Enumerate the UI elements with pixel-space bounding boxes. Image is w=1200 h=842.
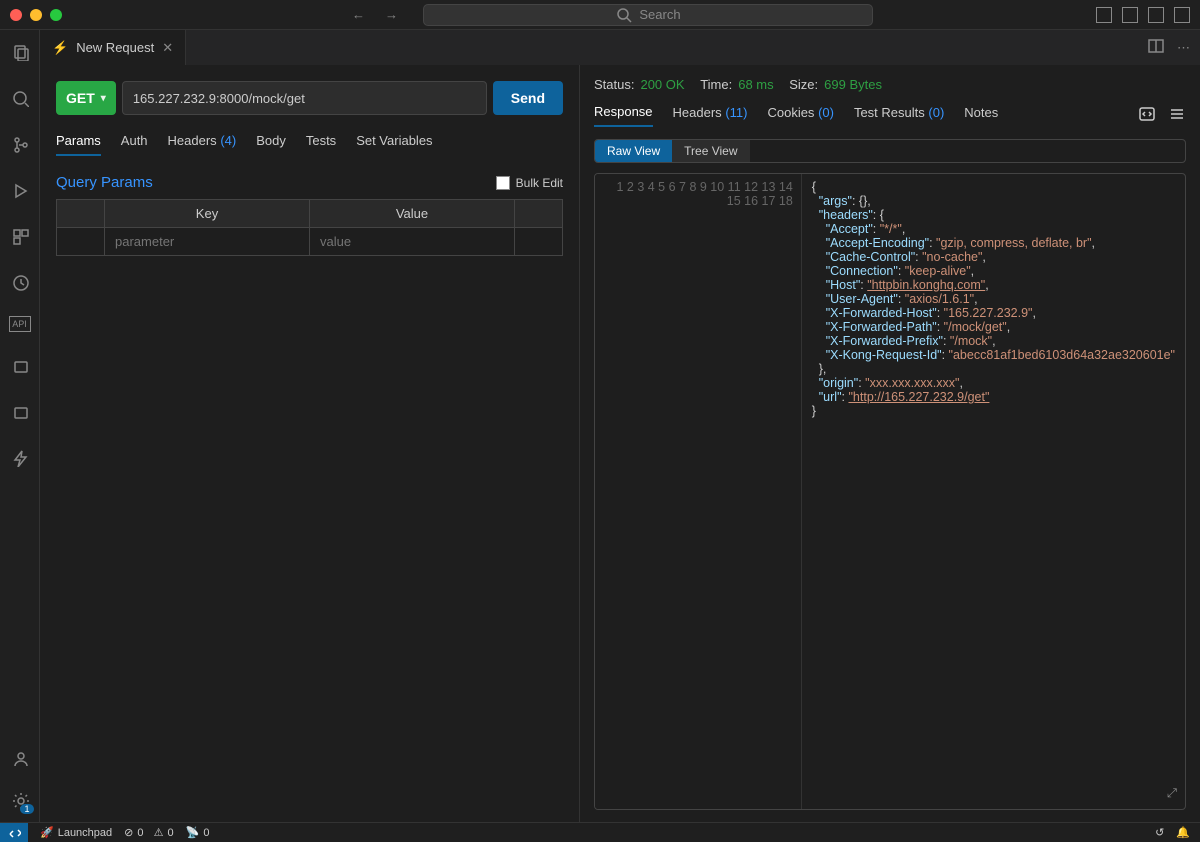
layout-icon-3[interactable] [1148,7,1164,23]
view-toggle: Raw View Tree View [594,139,1186,163]
param-key-input[interactable] [115,234,299,249]
tab-body[interactable]: Body [256,133,286,156]
tab-params[interactable]: Params [56,133,101,156]
menu-icon[interactable] [1168,105,1186,126]
bulk-edit-toggle[interactable]: Bulk Edit [496,176,563,190]
editor-tabs: ⚡ New Request ✕ ⋯ [40,30,1200,65]
request-panel: GET Send Params Auth Headers (4) Body Te… [40,65,580,822]
layout-icon-1[interactable] [1096,7,1112,23]
resp-tab-notes[interactable]: Notes [964,105,998,126]
response-body[interactable]: 1 2 3 4 5 6 7 8 9 10 11 12 13 14 15 16 1… [594,173,1186,810]
query-params-heading: Query Params [56,174,153,191]
tab-headers[interactable]: Headers (4) [168,133,237,156]
time-icon[interactable] [8,270,32,294]
account-icon[interactable] [8,746,32,770]
size-value: 699 Bytes [824,77,882,92]
maximize-window-icon[interactable] [50,9,62,21]
window-controls [10,9,62,21]
tab-tests[interactable]: Tests [306,133,336,156]
send-button[interactable]: Send [493,81,563,115]
tree-view-button[interactable]: Tree View [672,140,749,162]
search-icon[interactable] [8,86,32,110]
code-snippet-icon[interactable] [1138,105,1156,126]
remote-icon[interactable] [0,823,28,842]
col-key: Key [105,200,310,228]
expand-icon[interactable]: ⤢ [1167,786,1177,801]
explorer-icon[interactable] [8,40,32,64]
http-method-select[interactable]: GET [56,81,116,115]
bell-icon[interactable]: 🔔 [1176,826,1190,839]
size-label: Size: [789,77,818,92]
resp-tab-response[interactable]: Response [594,104,653,127]
source-control-icon[interactable] [8,132,32,156]
drone-icon-2[interactable] [8,400,32,424]
table-row [57,228,563,256]
time-value: 68 ms [738,77,773,92]
status-label: Status: [594,77,634,92]
query-params-table: KeyValue [56,199,563,256]
split-editor-icon[interactable] [1147,37,1165,58]
resp-tab-cookies[interactable]: Cookies (0) [767,105,833,126]
search-placeholder: Search [639,7,680,22]
search-icon [615,6,633,24]
api-icon[interactable]: API [9,316,31,332]
param-value-input[interactable] [320,234,504,249]
tab-auth[interactable]: Auth [121,133,148,156]
response-panel: Status: 200 OK Time: 68 ms Size: 699 Byt… [580,65,1200,822]
titlebar: ← → Search [0,0,1200,30]
nav-forward-icon[interactable]: → [385,7,398,22]
minimize-window-icon[interactable] [30,9,42,21]
tab-new-request[interactable]: ⚡ New Request ✕ [40,30,186,65]
layout-icon-2[interactable] [1122,7,1138,23]
activity-bar: API 1 [0,30,40,822]
run-debug-icon[interactable] [8,178,32,202]
status-code: 200 OK [640,77,684,92]
nav-back-icon[interactable]: ← [352,7,365,22]
resp-tab-headers[interactable]: Headers (11) [673,105,748,126]
close-tab-icon[interactable]: ✕ [162,40,173,56]
drone-icon[interactable] [8,354,32,378]
layout-icon-4[interactable] [1174,7,1190,23]
problems-item[interactable]: ⊘ 0 ⚠ 0 [124,826,173,839]
settings-icon[interactable]: 1 [8,788,32,812]
time-label: Time: [700,77,732,92]
close-window-icon[interactable] [10,9,22,21]
more-icon[interactable]: ⋯ [1177,40,1190,56]
raw-view-button[interactable]: Raw View [595,140,672,162]
ports-item[interactable]: 📡 0 [186,826,210,839]
extensions-icon[interactable] [8,224,32,248]
statusbar: 🚀 Launchpad ⊘ 0 ⚠ 0 📡 0 ↺ 🔔 [0,822,1200,842]
tab-set-variables[interactable]: Set Variables [356,133,432,156]
col-value: Value [310,200,515,228]
thunder-tab-icon: ⚡ [52,40,68,56]
url-input[interactable] [122,81,487,115]
tab-title: New Request [76,40,154,55]
resp-tab-tests[interactable]: Test Results (0) [854,105,944,126]
thunder-icon[interactable] [8,446,32,470]
launchpad-item[interactable]: 🚀 Launchpad [40,826,112,839]
command-search[interactable]: Search [423,4,873,26]
history-icon[interactable]: ↺ [1155,826,1164,839]
